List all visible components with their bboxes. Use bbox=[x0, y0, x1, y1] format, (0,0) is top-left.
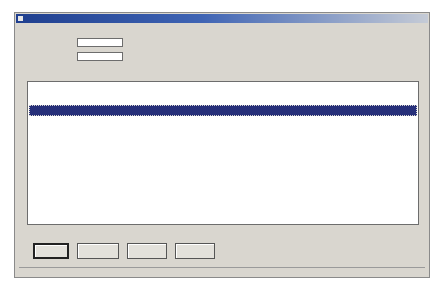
menu-bar bbox=[17, 24, 427, 32]
action-button-2[interactable] bbox=[77, 243, 119, 259]
title-bar[interactable] bbox=[16, 14, 428, 23]
main-window bbox=[14, 12, 430, 278]
field1-input[interactable] bbox=[77, 38, 123, 47]
list-item[interactable] bbox=[29, 94, 417, 105]
status-bar bbox=[19, 267, 425, 277]
app-icon bbox=[18, 16, 23, 21]
field2-input[interactable] bbox=[77, 52, 123, 61]
list-item-selected[interactable] bbox=[29, 105, 417, 116]
action-button-1[interactable] bbox=[33, 243, 69, 259]
item-list[interactable] bbox=[27, 81, 419, 225]
action-button-3[interactable] bbox=[127, 243, 167, 259]
action-button-4[interactable] bbox=[175, 243, 215, 259]
